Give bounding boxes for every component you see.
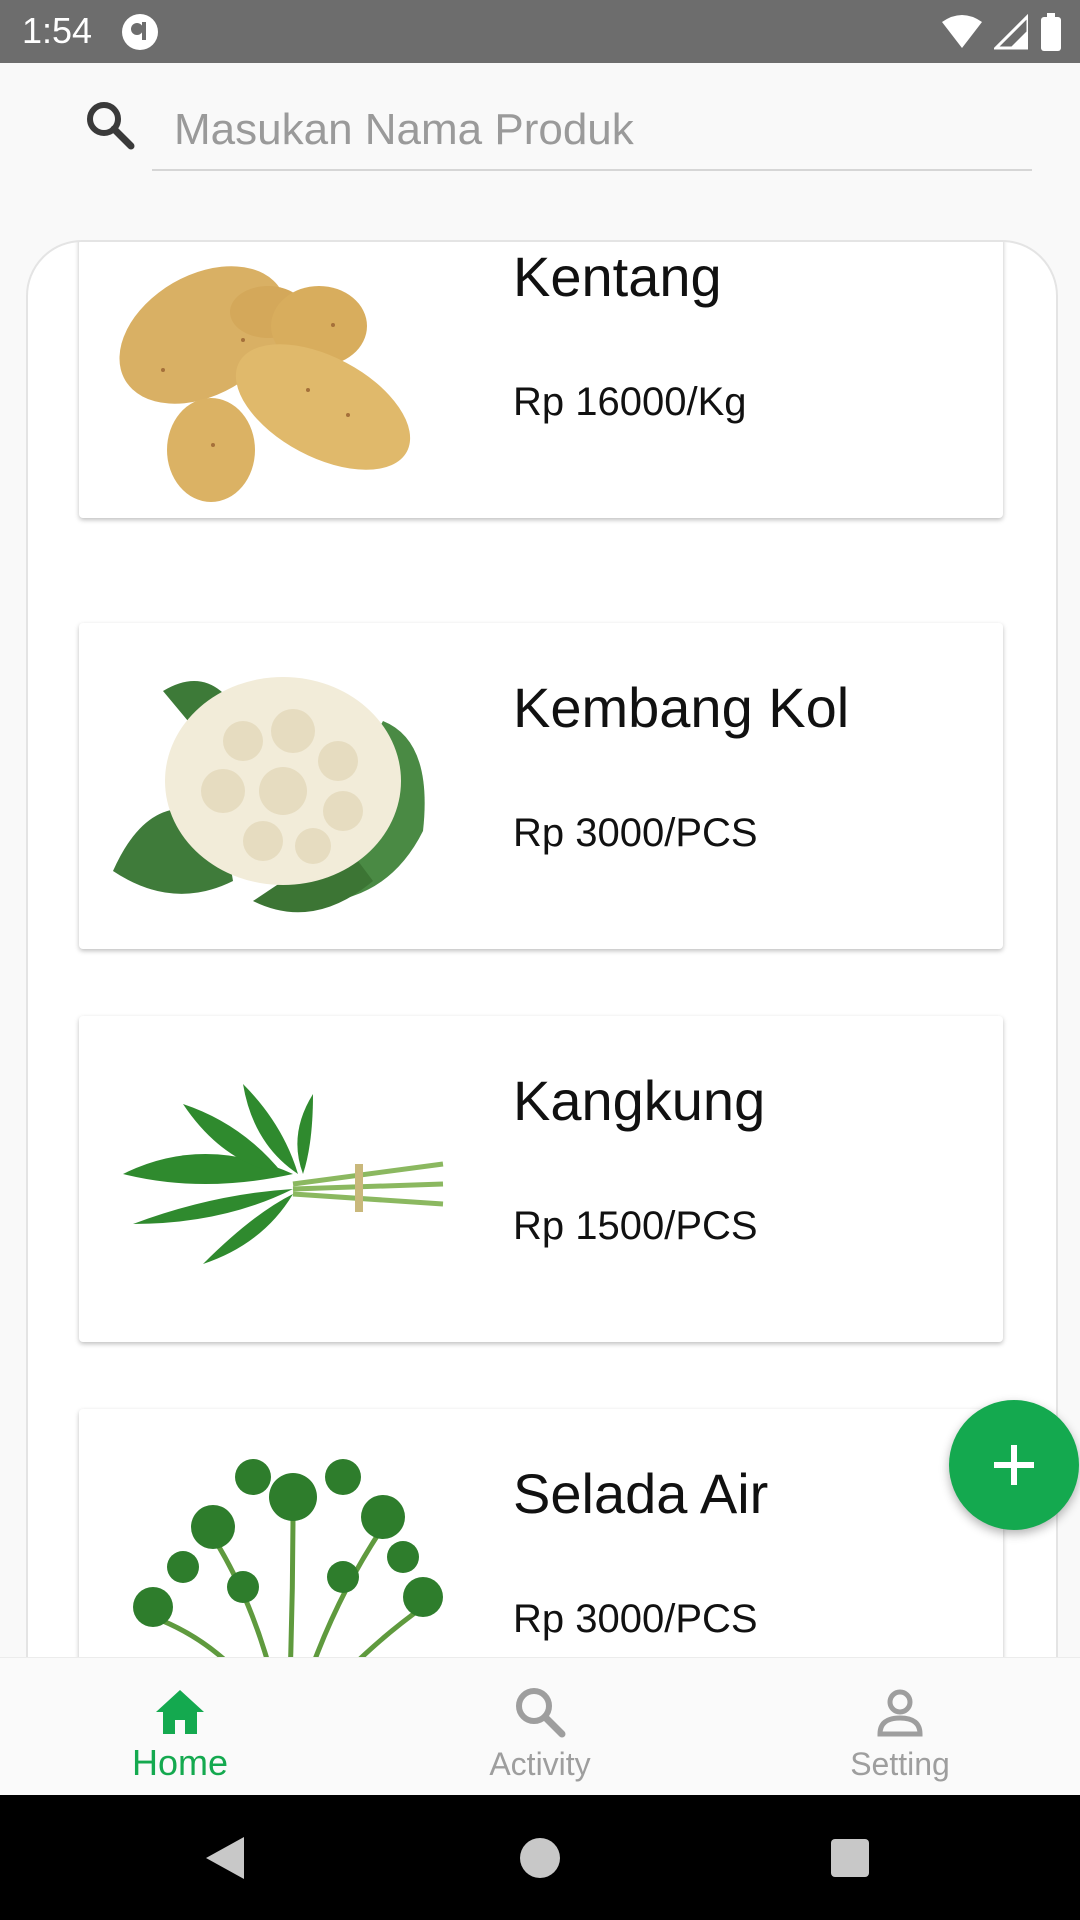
search-icon: [87, 102, 135, 150]
battery-icon: [1041, 13, 1061, 51]
nav-label-setting: Setting: [850, 1746, 950, 1782]
nav-item-setting[interactable]: Setting: [720, 1658, 1080, 1796]
nav-item-activity[interactable]: Activity: [360, 1658, 720, 1796]
search-bar: [0, 63, 1080, 213]
plus-icon: [994, 1445, 1034, 1485]
wifi-icon: [942, 15, 982, 48]
product-name: Kembang Kol: [513, 676, 850, 739]
signal-icon: [994, 14, 1028, 50]
person-icon: [877, 1689, 923, 1737]
product-name: Selada Air: [513, 1462, 769, 1525]
bottom-navigation: Home Activity Setting: [0, 1657, 1080, 1796]
nav-label-activity: Activity: [489, 1746, 591, 1782]
product-price: Rp 1500/PCS: [513, 1204, 758, 1248]
status-bar: 1:54: [0, 0, 1080, 63]
product-name: Kentang: [513, 245, 722, 308]
recents-icon[interactable]: [825, 1833, 875, 1883]
search-icon: [516, 1688, 566, 1738]
nav-label-home: Home: [131, 1742, 229, 1783]
nav-item-home[interactable]: Home: [0, 1658, 360, 1796]
product-card[interactable]: Kembang Kol Rp 3000/PCS: [79, 623, 1003, 949]
status-time: 1:54: [22, 10, 93, 51]
product-card[interactable]: Selada Air Rp 3000/PCS: [79, 1409, 1003, 1662]
status-icons: [942, 12, 1062, 52]
product-image-cauliflower: [93, 631, 473, 941]
product-image-potatoes: [93, 242, 473, 510]
system-navigation-bar: [0, 1795, 1080, 1920]
product-image-watercress: [93, 1417, 473, 1662]
product-price: Rp 16000/Kg: [513, 380, 747, 424]
product-name: Kangkung: [513, 1069, 766, 1132]
product-list[interactable]: Kentang Rp 16000/Kg Kembang Kol Rp 3000/…: [26, 240, 1058, 1664]
add-product-button[interactable]: [949, 1400, 1079, 1530]
search-input[interactable]: [152, 91, 1032, 171]
app-notification-icon: [122, 14, 158, 50]
product-price: Rp 3000/PCS: [513, 1597, 758, 1641]
home-circle-icon[interactable]: [515, 1833, 565, 1883]
home-icon: [156, 1690, 204, 1734]
product-card[interactable]: Kangkung Rp 1500/PCS: [79, 1016, 1003, 1342]
product-card[interactable]: Kentang Rp 16000/Kg: [79, 242, 1003, 518]
product-price: Rp 3000/PCS: [513, 811, 758, 855]
back-icon[interactable]: [200, 1833, 250, 1883]
product-image-water-spinach: [93, 1024, 473, 1334]
